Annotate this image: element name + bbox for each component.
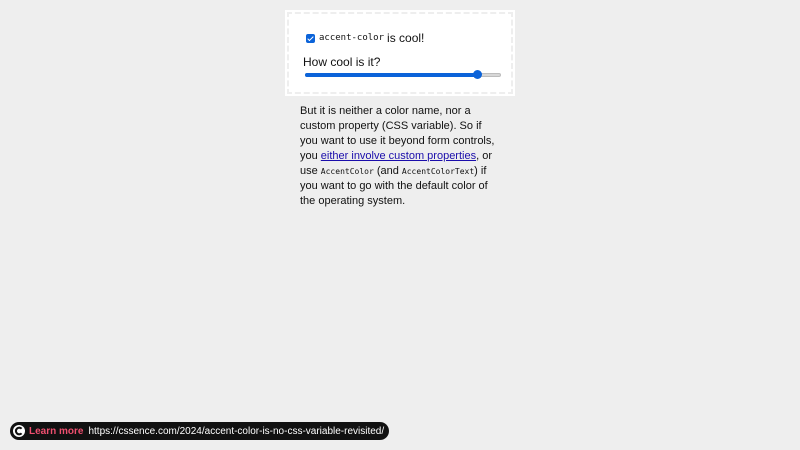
checkbox-label: is cool! — [387, 31, 425, 45]
accentcolor-code: AccentColor — [320, 167, 374, 176]
demo-card: accent-color is cool! How cool is it? — [285, 10, 515, 96]
explanation-paragraph: But it is neither a color name, nor a cu… — [300, 104, 500, 209]
slider-label: How cool is it? — [303, 55, 381, 69]
learn-more-url[interactable]: https://cssence.com/2024/accent-color-is… — [88, 426, 384, 437]
checkbox-row[interactable]: accent-color is cool! — [306, 30, 424, 46]
page: accent-color is cool! How cool is it? Bu… — [0, 0, 800, 450]
slider-fill — [305, 73, 477, 77]
cssence-logo-icon — [13, 425, 25, 437]
learn-more-badge[interactable]: Learn more https://cssence.com/2024/acce… — [10, 422, 390, 440]
slider-thumb[interactable] — [473, 70, 482, 79]
checkbox-code-label: accent-color — [319, 33, 385, 43]
text-segment: (and — [373, 165, 402, 177]
learn-more-label: Learn more — [29, 425, 84, 437]
custom-properties-link[interactable]: either involve custom properties — [321, 150, 476, 162]
cool-checkbox[interactable] — [306, 33, 315, 43]
accentcolortext-code: AccentColorText — [401, 167, 475, 176]
coolness-slider[interactable] — [305, 70, 501, 79]
explanation-text: But it is neither a color name, nor a cu… — [300, 104, 500, 209]
